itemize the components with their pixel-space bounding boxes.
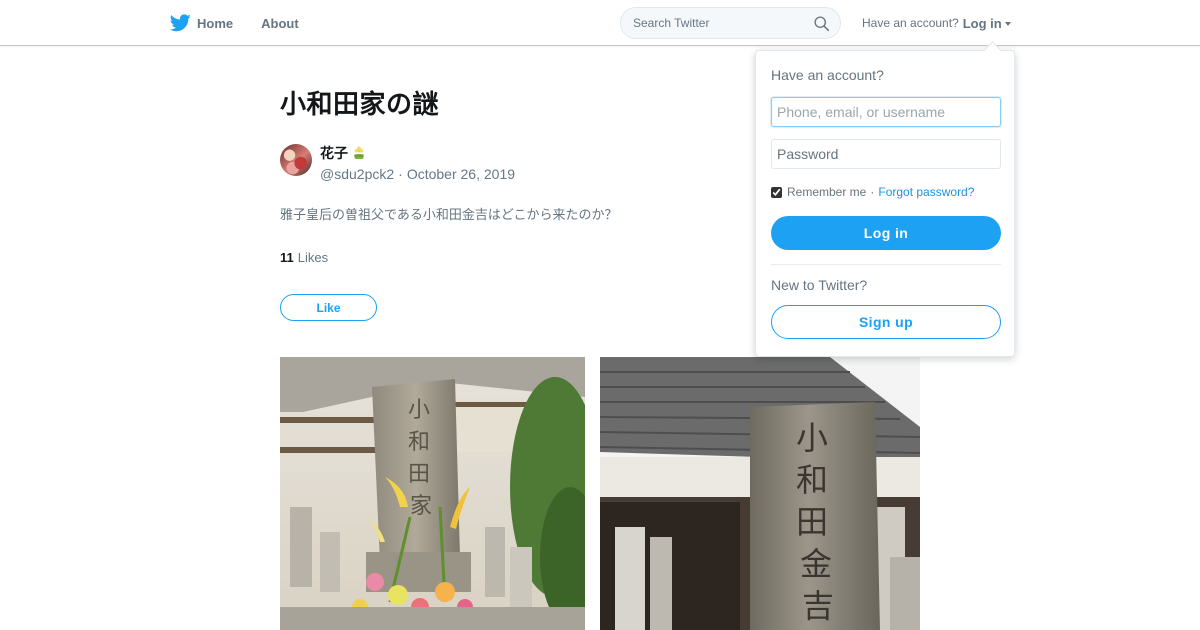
- author-handle[interactable]: @sdu2pck2: [320, 166, 394, 182]
- svg-text:和: 和: [408, 430, 430, 455]
- author-name: 花子: [320, 146, 348, 162]
- meta-separator: ·: [398, 166, 403, 182]
- login-button[interactable]: Log in: [771, 216, 1001, 250]
- twitter-bird-icon: [170, 14, 191, 32]
- tweet-photo-2[interactable]: 小 和 田 金 吉: [600, 357, 920, 630]
- nav-left: Home About: [170, 0, 299, 46]
- nav-about-link[interactable]: About: [261, 16, 299, 31]
- forgot-password-link[interactable]: Forgot password?: [878, 185, 974, 199]
- like-button[interactable]: Like: [280, 294, 377, 321]
- gravestone-photo-with-flowers-icon: 小 和 田 家: [280, 357, 585, 630]
- svg-text:家: 家: [410, 494, 432, 519]
- likes-number: 11: [280, 250, 294, 265]
- author-meta: @sdu2pck2 · October 26, 2019: [320, 166, 515, 182]
- dropdown-heading: Have an account?: [771, 67, 884, 83]
- username-field[interactable]: [771, 97, 1001, 127]
- tweet-text: 雅子皇后の曽祖父である小和田金吉はどこから来たのか？: [280, 208, 618, 223]
- avatar[interactable]: [280, 144, 312, 176]
- likes-count: 11 Likes: [280, 250, 328, 265]
- dropdown-divider: [771, 264, 1001, 265]
- svg-text:田: 田: [796, 503, 828, 541]
- tweet-date[interactable]: October 26, 2019: [407, 166, 515, 182]
- nav-home-label: Home: [197, 15, 234, 31]
- search-box[interactable]: [620, 7, 841, 39]
- svg-text:小: 小: [408, 398, 430, 423]
- author-name-row[interactable]: 花子: [320, 143, 515, 163]
- have-account-text: Have an account?: [862, 16, 959, 30]
- account-prompt: Have an account? Log in: [862, 0, 1011, 46]
- top-nav-bar: Home About Have an account? Log in: [0, 0, 1200, 46]
- remember-me-label[interactable]: Remember me: [787, 185, 866, 199]
- new-to-twitter-text: New to Twitter?: [771, 277, 868, 293]
- svg-text:和: 和: [796, 461, 828, 499]
- login-dropdown-toggle[interactable]: Log in: [963, 16, 1011, 31]
- gravestone-photo-with-roof-icon: 小 和 田 金 吉: [600, 357, 920, 630]
- author-info: 花子 @sdu2pck2 · October 26, 2019: [320, 143, 515, 182]
- page-title: 小和田家の謎: [280, 90, 440, 120]
- remember-me-checkbox[interactable]: [771, 186, 782, 198]
- tweet-author: 花子 @sdu2pck2 · October 26, 2019: [280, 143, 515, 182]
- login-link-label: Log in: [962, 15, 1002, 31]
- nav-home-link[interactable]: Home: [170, 14, 233, 32]
- login-dropdown: Have an account? Remember me · Forgot pa…: [755, 50, 1015, 357]
- likes-label: Likes: [297, 250, 329, 265]
- tweet-photo-1[interactable]: 小 和 田 家: [280, 357, 585, 630]
- svg-text:田: 田: [408, 462, 430, 487]
- search-icon[interactable]: [813, 15, 830, 32]
- signup-button[interactable]: Sign up: [771, 305, 1001, 339]
- search-input[interactable]: [621, 16, 801, 30]
- svg-text:金: 金: [800, 545, 832, 583]
- flower-emoji-icon: [354, 146, 364, 159]
- svg-text:吉: 吉: [802, 587, 834, 625]
- remember-row: Remember me · Forgot password?: [771, 185, 974, 199]
- caret-down-icon: [1004, 21, 1011, 26]
- password-field[interactable]: [771, 139, 1001, 169]
- remember-separator: ·: [870, 185, 875, 199]
- svg-text:小: 小: [796, 419, 828, 457]
